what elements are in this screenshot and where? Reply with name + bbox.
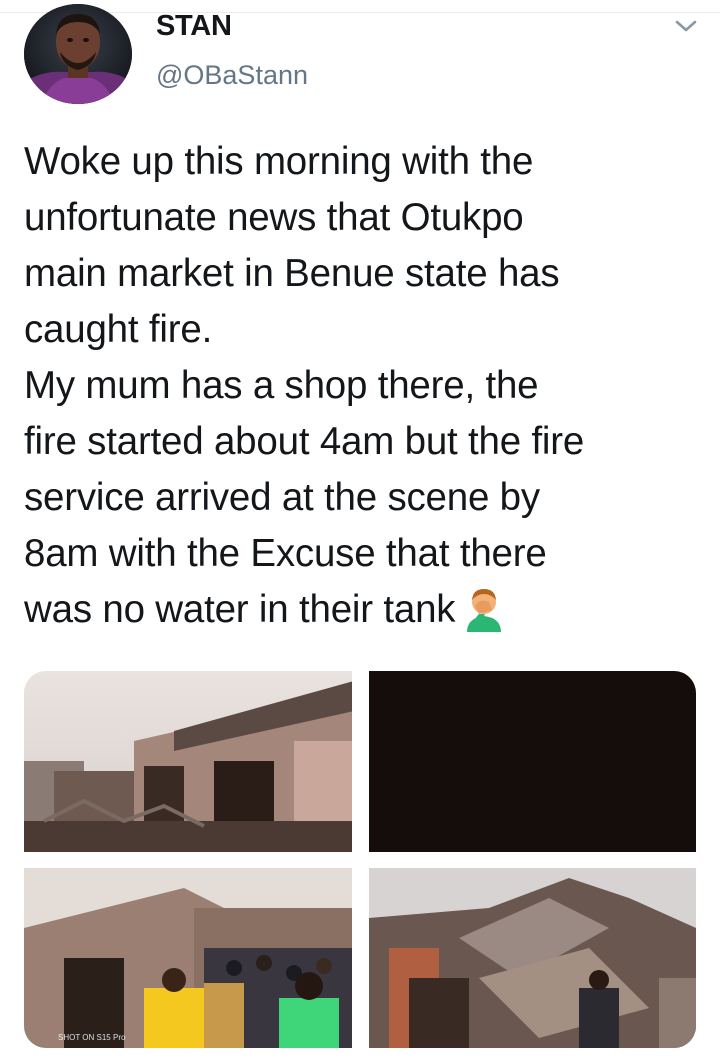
avatar-photo [24,4,132,104]
tweet-body: Woke up this morning with the unfortunat… [24,140,585,631]
author-name[interactable]: STAN [156,10,232,43]
author-handle[interactable]: @OBaStann [156,60,308,91]
top-divider [0,0,720,13]
camera-watermark: SHOT ON S15 Pro [58,1033,126,1042]
media-photo-2[interactable] [369,671,696,852]
media-photo-4[interactable] [369,868,696,1048]
tweet-text: Woke up this morning with the unfortunat… [24,134,704,638]
media-photo-3[interactable]: SHOT ON S15 Pro [24,868,352,1048]
chevron-down-icon[interactable] [672,16,700,36]
man-facepalming-icon [461,584,507,632]
media-photo-1[interactable] [24,671,352,852]
avatar[interactable] [24,4,132,104]
